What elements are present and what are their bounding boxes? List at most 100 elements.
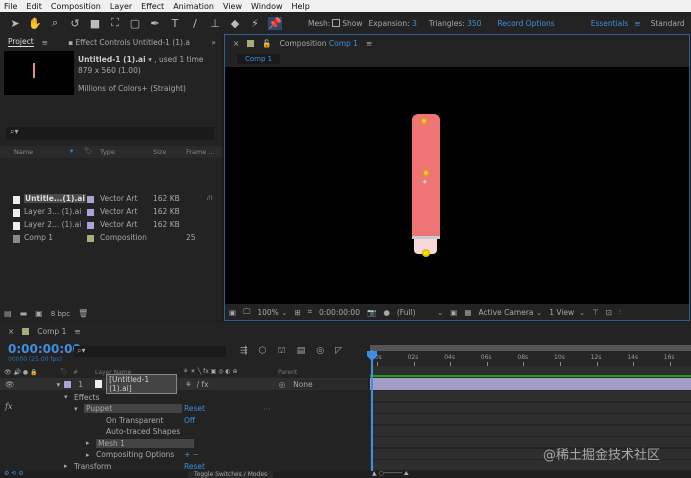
col-type[interactable]: Type: [100, 148, 115, 156]
clone-stamp-tool-icon[interactable]: ⊥: [208, 17, 222, 30]
hand-tool-icon[interactable]: ✋: [28, 17, 42, 30]
property-row[interactable]: On Transparent Off: [0, 414, 368, 426]
menu-edit[interactable]: Edit: [26, 2, 42, 11]
reset-exposure-icon[interactable]: ⊡: [606, 308, 612, 317]
item-label-color[interactable]: [87, 196, 94, 203]
brush-tool-icon[interactable]: /: [188, 17, 202, 30]
bpc-button[interactable]: 8 bpc: [51, 310, 70, 318]
layer-switches[interactable]: ⚘ / fx: [185, 380, 208, 389]
close-icon[interactable]: ×: [8, 327, 14, 336]
toggle-switches-modes-button[interactable]: Toggle Switches / Modes: [188, 471, 274, 478]
property-row[interactable]: ▸ Mesh 1: [0, 437, 368, 449]
workspace-menu-icon[interactable]: ≡: [634, 19, 640, 28]
views-dropdown[interactable]: 1 View ⌄: [549, 308, 585, 317]
monitor-icon[interactable]: 🖵: [243, 307, 250, 317]
expansion-value[interactable]: 3: [412, 19, 417, 28]
playhead-line[interactable]: [371, 350, 373, 472]
region-of-interest-icon[interactable]: ▣: [450, 308, 457, 317]
property-row[interactable]: Auto-traced Shapes: [0, 426, 368, 438]
close-icon[interactable]: ×: [233, 39, 239, 48]
menu-animation[interactable]: Animation: [173, 2, 214, 11]
item-label-color[interactable]: [87, 222, 94, 229]
camera-dropdown[interactable]: Active Camera ⌄: [478, 308, 542, 317]
property-value[interactable]: Off: [184, 416, 195, 425]
project-item[interactable]: Comp 1 Composition 25: [0, 232, 222, 245]
new-folder-icon[interactable]: ▬: [20, 309, 28, 318]
project-item[interactable]: Untitle...(1).ai Vector Art 162 KB ⛙: [0, 193, 222, 206]
fx-icon[interactable]: fx: [5, 402, 12, 411]
rectangle-tool-icon[interactable]: ▢: [128, 17, 142, 30]
puppet-pin-tool-icon[interactable]: 📌: [268, 16, 282, 30]
menu-effect[interactable]: Effect: [141, 2, 164, 11]
puppet-pin-selected[interactable]: [422, 249, 430, 257]
workspace-essentials[interactable]: Essentials: [591, 19, 629, 28]
comp-subtab[interactable]: Comp 1: [237, 54, 281, 64]
layer-label-color[interactable]: [64, 380, 72, 388]
expand-triangle-icon[interactable]: ▾: [64, 393, 68, 401]
selection-tool-icon[interactable]: ➤: [8, 17, 22, 30]
menu-view[interactable]: View: [223, 2, 242, 11]
tab-project[interactable]: Project: [8, 37, 34, 47]
zoom-tool-icon[interactable]: ⌕: [48, 16, 62, 30]
puppet-pin[interactable]: [420, 117, 428, 125]
property-row[interactable]: ▾ Effects: [0, 391, 368, 403]
project-item[interactable]: Layer 3... (1).ai Vector Art 162 KB: [0, 206, 222, 219]
expand-triangle-icon[interactable]: ▾: [57, 380, 61, 389]
toggle-pixel-icon[interactable]: ⊤: [592, 308, 599, 317]
property-value[interactable]: Reset: [184, 404, 205, 413]
expand-triangle-icon[interactable]: ▸: [64, 462, 68, 470]
magnification-dropdown[interactable]: 100% ⌄: [257, 308, 287, 317]
pan-behind-tool-icon[interactable]: ⛶: [108, 16, 122, 30]
current-time[interactable]: 0:00:00:00: [319, 308, 360, 317]
parent-dropdown[interactable]: None: [293, 379, 369, 389]
grid-icon[interactable]: ⊞: [294, 308, 300, 317]
record-options-button[interactable]: Record Options: [497, 19, 554, 28]
item-dropdown-icon[interactable]: ▾: [148, 55, 152, 64]
tab-comp-1[interactable]: Comp 1: [37, 327, 66, 336]
show-mesh-checkbox[interactable]: [332, 19, 341, 27]
mask-visibility-icon[interactable]: ⌗: [308, 307, 312, 317]
resolution-dropdown[interactable]: (Full) ⌄: [397, 308, 443, 317]
property-value[interactable]: Reset: [184, 462, 205, 471]
item-label-color[interactable]: [87, 209, 94, 216]
layer-panel-toggle-icon[interactable]: ⚙ ⟲ ⚙: [4, 470, 24, 477]
label-column-icon[interactable]: 🏷: [84, 147, 92, 155]
zoom-slider[interactable]: ▲ ○───── ⛰: [372, 470, 409, 478]
trash-icon[interactable]: 🗑: [78, 309, 88, 318]
puppet-pin[interactable]: [422, 169, 430, 177]
eye-icon[interactable]: 👁: [5, 380, 15, 389]
layer-row[interactable]: 👁 ▾ 1 [Untitled-1 (1).ai] ⚘ / fx ◎ None: [0, 374, 369, 394]
lock-icon[interactable]: 🔓: [262, 39, 271, 48]
rotate-tool-icon[interactable]: ↺: [68, 17, 82, 30]
sort-icon[interactable]: ▾: [70, 147, 73, 155]
anchor-point-icon[interactable]: ✦: [421, 178, 429, 188]
flowchart-icon[interactable]: ⫶: [619, 307, 621, 317]
col-size[interactable]: Size: [153, 148, 166, 156]
transparency-grid-icon[interactable]: ▦: [464, 308, 471, 317]
eraser-tool-icon[interactable]: ◆: [228, 17, 242, 30]
expand-triangle-icon[interactable]: ▾: [74, 405, 78, 413]
panel-menu-icon[interactable]: ≡: [366, 39, 372, 48]
new-composition-icon[interactable]: ▣: [35, 309, 43, 318]
panel-menu-icon[interactable]: ≡: [74, 327, 80, 336]
roto-brush-tool-icon[interactable]: ⚡: [248, 17, 262, 30]
workspace-standard[interactable]: Standard: [651, 19, 685, 28]
shy-layers-icon[interactable]: ⛫: [277, 346, 285, 357]
timeline-search-input[interactable]: ⌕▾: [74, 346, 226, 357]
property-row[interactable]: ▸ Compositing Options + −: [0, 449, 368, 461]
graph-editor-icon[interactable]: ◸: [335, 346, 342, 357]
timecode[interactable]: 0:00:00:00: [8, 342, 81, 356]
camera-tool-icon[interactable]: ■: [88, 17, 102, 30]
expand-triangle-icon[interactable]: ▸: [86, 451, 90, 459]
project-item[interactable]: Layer 2... (1).ai Vector Art 162 KB: [0, 219, 222, 232]
interpret-footage-icon[interactable]: ▤: [4, 309, 12, 318]
layer-bar[interactable]: [370, 378, 691, 390]
type-tool-icon[interactable]: T: [168, 17, 182, 30]
col-name[interactable]: Name: [14, 148, 33, 156]
composition-flowchart-icon[interactable]: ⇶: [240, 346, 248, 357]
snapshot-icon[interactable]: 📷: [367, 308, 376, 317]
channel-icon[interactable]: ●: [383, 308, 390, 317]
always-preview-icon[interactable]: ▣: [229, 308, 236, 317]
menu-layer[interactable]: Layer: [110, 2, 132, 11]
tab-effect-controls[interactable]: ▪ Effect Controls Untitled-1 (1).a: [68, 38, 190, 47]
